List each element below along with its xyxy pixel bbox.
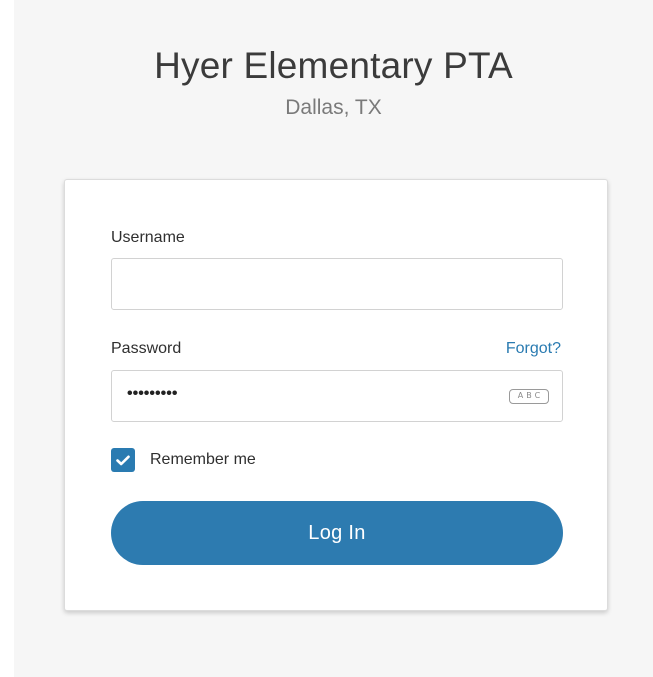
forgot-password-link[interactable]: Forgot?	[506, 340, 561, 358]
username-field-wrapper	[111, 258, 563, 310]
password-input[interactable]: ••••••••• ABC	[111, 370, 563, 422]
remember-me-row[interactable]: Remember me	[111, 448, 256, 472]
org-location: Dallas, TX	[285, 96, 382, 119]
login-card: Username Password Forgot? ••••••••• ABC …	[64, 179, 608, 611]
page-header: Hyer Elementary PTA Dallas, TX	[14, 42, 653, 122]
username-input[interactable]	[112, 259, 562, 309]
password-label: Password	[111, 340, 182, 357]
login-button[interactable]: Log In	[111, 501, 563, 565]
remember-me-checkbox[interactable]	[111, 448, 135, 472]
check-icon	[116, 455, 130, 465]
password-value: •••••••••	[127, 385, 178, 402]
remember-me-label: Remember me	[150, 451, 256, 468]
username-label: Username	[111, 229, 185, 246]
keyboard-abc-icon[interactable]: ABC	[509, 389, 549, 404]
org-name: Hyer Elementary PTA	[154, 45, 513, 86]
